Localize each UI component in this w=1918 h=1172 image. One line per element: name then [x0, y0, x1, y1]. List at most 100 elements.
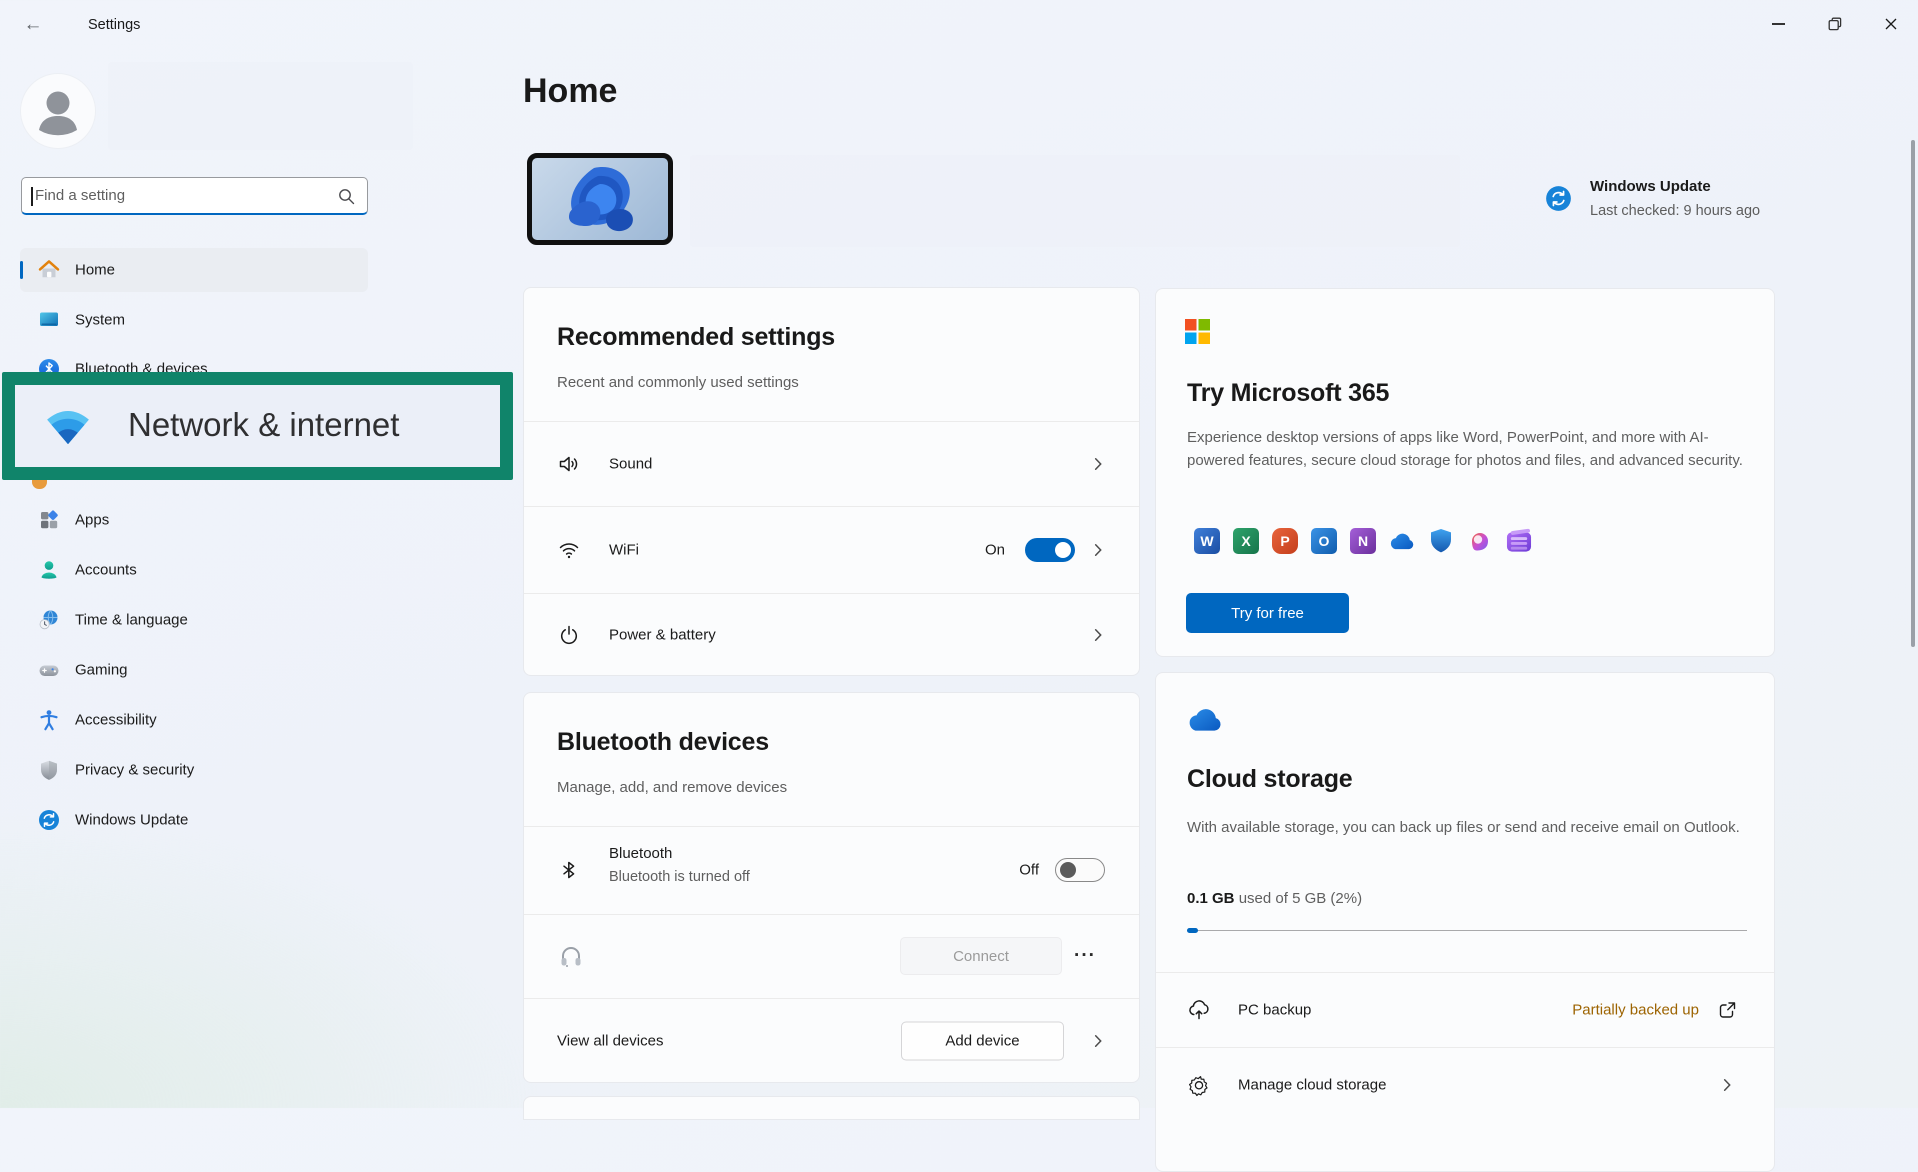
card-body: Experience desktop versions of apps like…	[1187, 429, 1743, 469]
close-icon	[1885, 18, 1897, 30]
titlebar: ← Settings	[0, 0, 1918, 50]
defender-icon	[1428, 528, 1454, 554]
excel-icon: X	[1233, 528, 1259, 554]
back-arrow-icon[interactable]: ←	[18, 12, 48, 38]
row-label: View all devices	[557, 1032, 664, 1050]
sidebar-item-privacy-security[interactable]: Privacy & security	[20, 748, 368, 792]
windows-update-title: Windows Update	[1590, 178, 1711, 195]
chevron-right-icon	[1094, 1034, 1102, 1048]
chevron-right-icon	[1094, 628, 1102, 642]
wallpaper-thumbnail	[527, 153, 673, 245]
sidebar-item-label: Apps	[75, 511, 110, 529]
card-body: With available storage, you can back up …	[1187, 819, 1740, 836]
windows-update-icon	[1546, 186, 1571, 211]
connect-button[interactable]: Connect	[900, 937, 1062, 975]
more-options-button[interactable]: ···	[1074, 945, 1096, 967]
sound-icon	[559, 456, 578, 471]
bluetooth-devices-card: Bluetooth devices Manage, add, and remov…	[523, 692, 1140, 1083]
search-placeholder: Find a setting	[35, 187, 126, 204]
onedrive-cloud-icon	[1189, 709, 1221, 731]
manage-cloud-storage-row[interactable]: Manage cloud storage	[1156, 1047, 1774, 1122]
view-all-devices-row[interactable]: View all devices Add device	[524, 998, 1139, 1084]
try-for-free-label: Try for free	[1231, 604, 1304, 622]
gear-icon	[1188, 1075, 1208, 1096]
overlay-inner[interactable]: Network & internet	[15, 385, 500, 467]
sidebar: Find a setting Home System Bluetooth & d…	[0, 50, 413, 1108]
onedrive-icon	[1389, 528, 1415, 554]
page-title: Home	[523, 72, 618, 110]
sidebar-item-label: System	[75, 311, 126, 329]
storage-used-value: 0.1 GB	[1187, 890, 1235, 907]
pc-backup-row[interactable]: PC backup Partially backed up	[1156, 972, 1774, 1047]
search-icon	[339, 189, 355, 205]
wifi-icon	[47, 411, 89, 445]
apps-icon	[41, 510, 58, 529]
avatar[interactable]	[21, 74, 95, 148]
external-link-icon[interactable]	[1718, 1000, 1737, 1019]
shield-icon	[41, 760, 57, 780]
card-subtitle: Manage, add, and remove devices	[557, 779, 788, 796]
wifi-toggle[interactable]	[1025, 537, 1075, 562]
microsoft-logo	[1185, 319, 1210, 344]
row-sublabel: Bluetooth is turned off	[609, 869, 750, 885]
sidebar-item-label: Windows Update	[75, 811, 189, 829]
row-label: PC backup	[1238, 1001, 1312, 1018]
storage-progress-track	[1187, 930, 1747, 931]
toggle-state-label: On	[984, 541, 1005, 558]
try-for-free-button[interactable]: Try for free	[1186, 593, 1349, 633]
maximize-button[interactable]	[1812, 6, 1858, 42]
accessibility-icon	[40, 710, 58, 731]
add-device-button-label: Add device	[945, 1032, 1020, 1050]
outlook-icon: O	[1311, 528, 1337, 554]
accounts-icon	[41, 561, 57, 579]
system-icon	[40, 312, 58, 326]
sidebar-item-label: Home	[75, 261, 116, 279]
cloud-storage-card: Cloud storage With available storage, yo…	[1155, 672, 1775, 1172]
bluetooth-toggle[interactable]	[1055, 858, 1105, 882]
bluetooth-rune-icon	[563, 861, 575, 879]
sidebar-item-label: Time & language	[75, 611, 188, 629]
connect-button-label: Connect	[953, 947, 1009, 965]
toggle-state-label: Off	[1019, 861, 1039, 879]
setting-row-wifi[interactable]: WiFi On	[524, 506, 1139, 593]
chevron-right-icon	[1723, 1078, 1731, 1091]
bluetooth-device-row[interactable]: Connect ···	[524, 914, 1139, 998]
storage-usage-rest: used of 5 GB (2%)	[1234, 890, 1363, 907]
restore-icon	[1828, 17, 1842, 31]
cloud-backup-icon	[1189, 999, 1209, 1019]
card-title: Cloud storage	[1187, 765, 1353, 793]
windows-update-summary[interactable]: Windows Update Last checked: 9 hours ago	[1540, 175, 1880, 231]
add-device-button[interactable]: Add device	[901, 1021, 1064, 1061]
setting-row-power-battery[interactable]: Power & battery	[524, 593, 1139, 677]
sidebar-item-home[interactable]: Home	[20, 248, 368, 292]
bluetooth-toggle-row[interactable]: Bluetooth Bluetooth is turned off Off	[524, 826, 1139, 914]
close-button[interactable]	[1868, 6, 1914, 42]
card-title: Bluetooth devices	[557, 728, 769, 756]
sidebar-item-time-language[interactable]: Time & language	[20, 598, 368, 642]
sidebar-item-windows-update[interactable]: Windows Update	[20, 798, 368, 842]
word-icon: W	[1194, 528, 1220, 554]
app-icons-row: W X P O N	[1194, 528, 1532, 554]
onenote-icon: N	[1350, 528, 1376, 554]
chevron-right-icon	[1094, 543, 1102, 556]
sidebar-item-apps[interactable]: Apps	[20, 498, 368, 542]
clipchamp-icon	[1506, 528, 1532, 554]
sidebar-item-label: Accessibility	[75, 711, 157, 729]
sidebar-item-accounts[interactable]: Accounts	[20, 548, 368, 592]
device-info-skeleton	[690, 155, 1460, 247]
text-caret	[31, 187, 33, 206]
powerpoint-icon: P	[1272, 528, 1298, 554]
minimize-button[interactable]	[1755, 6, 1801, 42]
sidebar-item-gaming[interactable]: Gaming	[20, 648, 368, 692]
sidebar-item-accessibility[interactable]: Accessibility	[20, 698, 368, 742]
search-box[interactable]: Find a setting	[21, 177, 368, 215]
row-label: Manage cloud storage	[1238, 1076, 1387, 1093]
scrollbar-thumb[interactable]	[1911, 140, 1915, 647]
headphones-icon	[561, 947, 581, 967]
row-label: Sound	[609, 455, 653, 472]
sidebar-item-label: Privacy & security	[75, 761, 195, 779]
setting-row-sound[interactable]: Sound	[524, 421, 1139, 506]
sidebar-item-system[interactable]: System	[20, 298, 368, 342]
window-title: Settings	[88, 17, 141, 33]
ms365-card: Try Microsoft 365 Experience desktop ver…	[1155, 288, 1775, 657]
